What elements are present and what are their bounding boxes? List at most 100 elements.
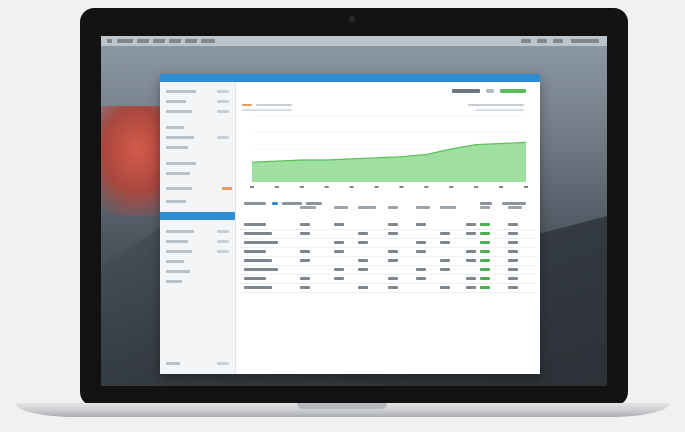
status-item[interactable] [521,39,531,43]
row-value [388,250,398,253]
sidebar-item[interactable] [166,280,182,283]
toolbar-action[interactable] [502,202,526,205]
column-header[interactable] [508,206,522,209]
row-value [466,250,476,253]
row-value [480,286,490,289]
row-value [334,277,344,280]
row-value [416,241,426,244]
sidebar-item[interactable] [166,250,192,253]
row-value [466,259,476,262]
sidebar-item[interactable] [166,240,188,243]
sidebar-item[interactable] [166,200,186,203]
menu-item[interactable] [137,39,149,43]
row-value [388,286,398,289]
menu-item[interactable] [153,39,165,43]
row-value [300,277,310,280]
sidebar-item[interactable] [166,230,194,233]
x-tick-label [499,186,504,188]
toolbar-filter[interactable] [272,202,278,205]
row-value [440,268,450,271]
row-value [358,241,368,244]
toolbar-filter[interactable] [306,202,322,205]
menu-item[interactable] [185,39,197,43]
area-chart [250,115,528,188]
sidebar-footer-item[interactable] [166,362,180,365]
row-value [480,250,490,253]
toolbar-action[interactable] [480,202,492,205]
row-value [508,277,518,280]
sidebar-item[interactable] [166,126,184,129]
sidebar-item-value [217,90,229,93]
summary-stat [468,104,524,106]
status-item[interactable] [537,39,547,43]
column-header[interactable] [358,206,376,209]
row-value [440,232,450,235]
apple-menu-icon[interactable] [107,39,112,43]
app-window [160,74,540,374]
column-header[interactable] [388,206,398,209]
row-value [480,259,490,262]
column-header[interactable] [300,206,316,209]
row-value [416,277,426,280]
sidebar-item-value [217,240,229,243]
window-titlebar[interactable] [160,74,540,82]
row-label [244,286,272,289]
row-value [388,232,398,235]
sidebar-item[interactable] [166,90,196,93]
sidebar-item[interactable] [166,162,196,165]
x-tick-label [474,186,479,188]
column-header[interactable] [480,206,490,209]
menu-item[interactable] [117,39,133,43]
menu-item[interactable] [169,39,181,43]
header-button-primary[interactable] [452,89,480,93]
sidebar-item-value [217,110,229,113]
row-value [440,259,450,262]
sidebar-item[interactable] [166,260,184,263]
sidebar-item-active[interactable] [160,212,235,220]
x-tick-label [250,186,254,188]
x-tick-label [324,186,329,188]
camera-icon [349,16,355,22]
row-value [300,250,310,253]
row-value [466,223,476,226]
row-value [508,232,518,235]
table-row[interactable] [240,283,536,293]
row-value [358,232,368,235]
row-value [358,259,368,262]
x-tick-label [524,186,528,188]
sidebar-item[interactable] [166,136,194,139]
column-header[interactable] [440,206,456,209]
row-label [244,241,278,244]
column-header[interactable] [334,206,348,209]
column-header[interactable] [416,206,430,209]
sidebar-item[interactable] [166,187,192,190]
row-label [244,223,266,226]
sidebar-item[interactable] [166,146,188,149]
status-item[interactable] [553,39,563,43]
row-value [508,268,518,271]
row-value [480,277,490,280]
menu-bar [101,36,607,46]
row-value [416,268,426,271]
row-value [508,259,518,262]
x-tick-label [399,186,404,188]
row-label [244,268,278,271]
sidebar-item-value [217,250,229,253]
sidebar-item[interactable] [166,110,192,113]
toolbar-filter[interactable] [282,202,302,205]
x-tick-label [449,186,454,188]
sidebar-item[interactable] [166,100,186,103]
row-value [388,259,398,262]
header-button-accent[interactable] [500,89,526,93]
sidebar-item-value [217,230,229,233]
menu-item[interactable] [201,39,215,43]
sidebar-item[interactable] [166,172,190,175]
row-value [508,223,518,226]
header-button-secondary[interactable] [486,89,494,93]
toolbar-label [244,202,266,205]
row-value [300,223,310,226]
sidebar-footer-item[interactable] [217,362,229,365]
row-value [508,241,518,244]
sidebar-item[interactable] [166,270,190,273]
row-value [508,250,518,253]
